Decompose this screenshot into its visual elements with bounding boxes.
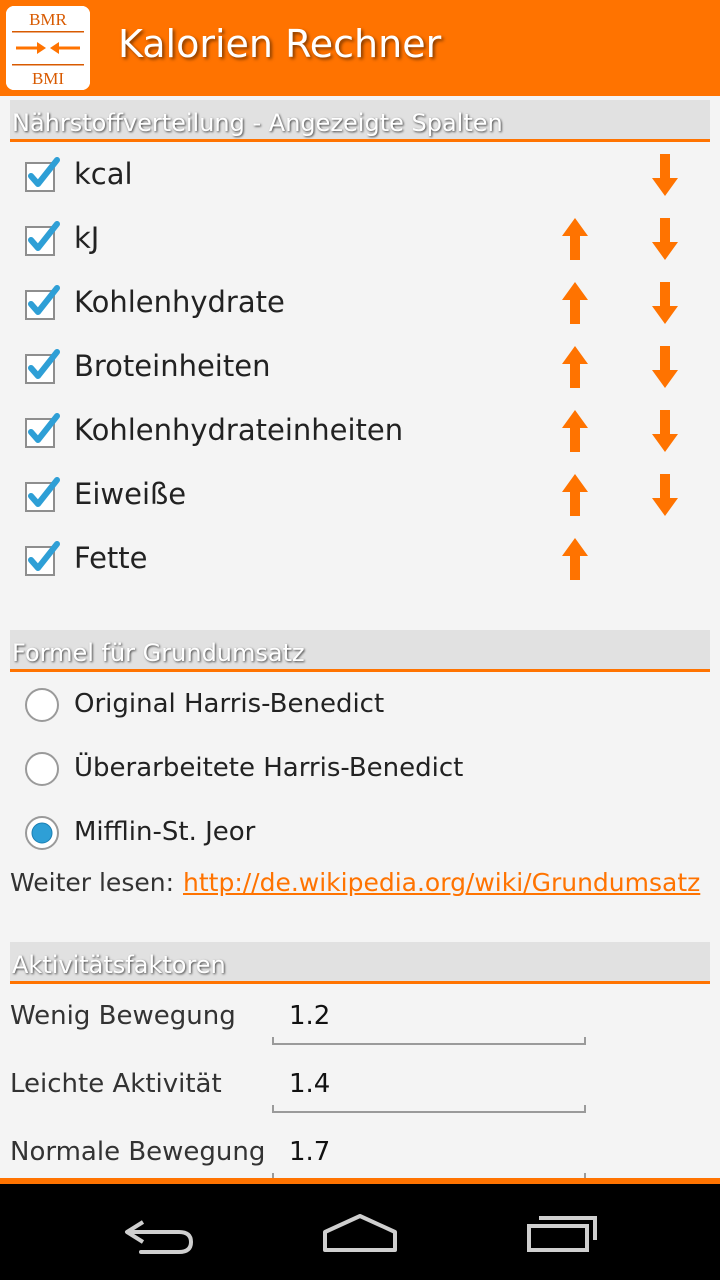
nutrient-row: Kohlenhydrateinheiten [0, 399, 720, 463]
arrow-up-icon[interactable] [561, 409, 589, 453]
arrow-up-icon[interactable] [561, 537, 589, 581]
section-title: Aktivitätsfaktoren [12, 951, 226, 979]
factor-label: Leichte Aktivität [10, 1069, 222, 1099]
arrow-up-icon[interactable] [561, 473, 589, 517]
arrow-up-icon[interactable] [561, 345, 589, 389]
section-header-nutrients: Nährstoffverteilung - Angezeigte Spalten [10, 100, 710, 142]
nutrient-label: kJ [74, 221, 100, 255]
read-more: Weiter lesen: http://de.wikipedia.org/wi… [10, 868, 700, 897]
checkbox[interactable] [24, 413, 60, 449]
nutrient-row: Kohlenhydrate [0, 271, 720, 335]
arrow-down-icon[interactable] [651, 345, 679, 389]
arrow-up-icon[interactable] [561, 281, 589, 325]
logo-bottom-text: BMI [32, 69, 64, 88]
nutrient-row: Eiweiße [0, 463, 720, 527]
section-header-activity: Aktivitätsfaktoren [10, 942, 710, 984]
section-title: Formel für Grundumsatz [12, 639, 305, 667]
arrow-down-icon[interactable] [651, 153, 679, 197]
formula-label: Überarbeitete Harris-Benedict [74, 753, 464, 783]
formula-option[interactable]: Original Harris-Benedict [0, 673, 720, 737]
settings-content[interactable]: Nährstoffverteilung - Angezeigte Spalten… [0, 96, 720, 1178]
nutrient-row: Broteinheiten [0, 335, 720, 399]
formula-label: Original Harris-Benedict [74, 689, 385, 719]
checkbox[interactable] [24, 157, 60, 193]
activity-factor-row: Leichte Aktivität 1.4 [0, 1059, 720, 1127]
checkbox[interactable] [24, 285, 60, 321]
checkbox[interactable] [24, 349, 60, 385]
factor-label: Normale Bewegung [10, 1137, 266, 1167]
checkbox[interactable] [24, 541, 60, 577]
formula-label: Mifflin-St. Jeor [74, 817, 256, 847]
nutrient-label: Eiweiße [74, 477, 187, 511]
system-navigation-bar [0, 1184, 720, 1280]
arrow-down-icon[interactable] [651, 217, 679, 261]
nutrient-row: kJ [0, 207, 720, 271]
nutrient-row: kcal [0, 143, 720, 207]
back-button[interactable] [115, 1204, 205, 1260]
radio-button[interactable] [24, 751, 60, 787]
nutrient-label: kcal [74, 157, 133, 191]
section-header-formula: Formel für Grundumsatz [10, 630, 710, 672]
checkbox[interactable] [24, 221, 60, 257]
factor-input[interactable]: 1.2 [272, 991, 586, 1045]
nutrient-label: Kohlenhydrateinheiten [74, 413, 404, 447]
factor-label: Wenig Bewegung [10, 1001, 236, 1031]
back-icon [125, 1220, 194, 1254]
nutrient-label: Kohlenhydrate [74, 285, 285, 319]
recents-icon [527, 1216, 597, 1252]
nutrient-row: Fette [0, 527, 720, 591]
factor-value: 1.4 [289, 1069, 331, 1099]
arrow-up-icon[interactable] [561, 217, 589, 261]
nutrient-label: Broteinheiten [74, 349, 271, 383]
app-logo[interactable]: BMR BMI [6, 6, 90, 90]
wikipedia-link[interactable]: http://de.wikipedia.org/wiki/Grundumsatz [183, 868, 700, 897]
section-title: Nährstoffverteilung - Angezeigte Spalten [12, 109, 503, 137]
app-title: Kalorien Rechner [118, 22, 442, 66]
radio-button[interactable] [24, 687, 60, 723]
logo-top-text: BMR [29, 10, 67, 29]
arrow-down-icon[interactable] [651, 409, 679, 453]
factor-value: 1.2 [289, 1001, 331, 1031]
activity-factor-row: Wenig Bewegung 1.2 [0, 991, 720, 1059]
radio-button[interactable] [24, 815, 60, 851]
app-bar: BMR BMI Kalorien Rechner [0, 0, 720, 96]
formula-option[interactable]: Überarbeitete Harris-Benedict [0, 737, 720, 801]
read-more-label: Weiter lesen: [10, 868, 174, 897]
home-button[interactable] [315, 1204, 405, 1260]
factor-value: 1.7 [289, 1137, 331, 1167]
activity-factor-row: Normale Bewegung 1.7 [0, 1127, 720, 1178]
recents-button[interactable] [517, 1204, 607, 1260]
home-icon [323, 1214, 397, 1252]
nutrient-label: Fette [74, 541, 148, 575]
formula-option[interactable]: Mifflin-St. Jeor [0, 801, 720, 865]
arrow-down-icon[interactable] [651, 473, 679, 517]
factor-input[interactable]: 1.4 [272, 1059, 586, 1113]
checkbox[interactable] [24, 477, 60, 513]
factor-input[interactable]: 1.7 [272, 1127, 586, 1178]
arrow-down-icon[interactable] [651, 281, 679, 325]
